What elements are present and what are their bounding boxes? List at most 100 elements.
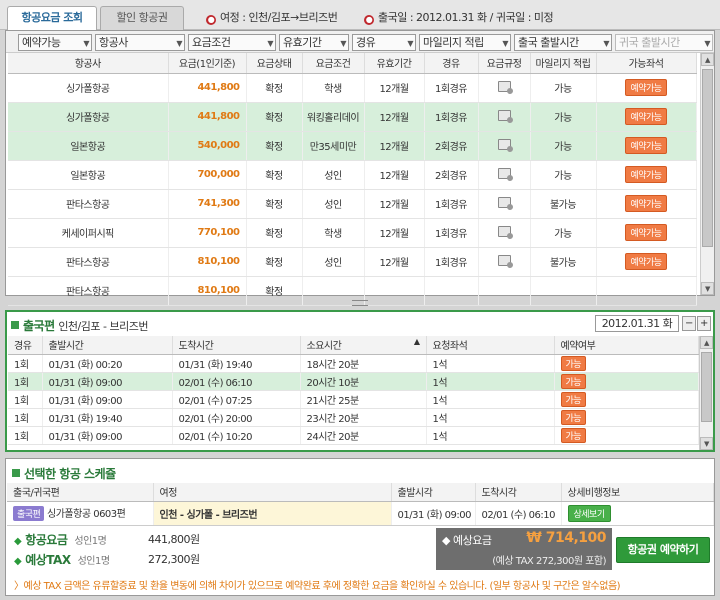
available-button[interactable]: 가능 [560, 373, 587, 389]
next-date-button[interactable]: + [697, 316, 711, 331]
departure-row[interactable]: 1회 01/31 (화) 09:00 02/01 (수) 07:25 21시간 25분… [8, 390, 699, 409]
fare-price: 770,100 [168, 218, 247, 248]
departure-col-header[interactable]: 소요시간 ▲ [300, 336, 427, 355]
fare-col-header[interactable]: 요금조건 [302, 53, 365, 74]
resize-handle[interactable] [352, 300, 368, 306]
reserve-button[interactable]: 예약가능 [625, 79, 667, 96]
filter-stopover[interactable]: 경유 ▼ [352, 34, 416, 51]
selected-panel: 선택한 항공 스케쥴 출국/귀국편 여정 출발시각 도착시각 상세비행정보 출국편 싱가… [5, 458, 715, 596]
scroll-thumb[interactable] [702, 69, 713, 247]
fare-row[interactable]: 일본항공 540,000 확정 만35세미만 12개월 2회경유 가능 예약가능 [8, 131, 697, 161]
departure-scrollbar[interactable]: ▲ ▼ [699, 336, 713, 450]
section-marker-icon [12, 469, 20, 477]
fare-cell: 판타스항공 [8, 189, 169, 219]
filter-bar: 예약가능 ▼ 항공사 ▼ 요금조건 ▼ 유효기간 ▼ 경유 ▼ 마일리지 적립 ▼ 출국 출… [6, 31, 714, 53]
reserve-button[interactable]: 예약가능 [625, 137, 667, 154]
tab-discount-tickets[interactable]: 할인 항공권 [100, 6, 184, 30]
book-ticket-button[interactable]: 항공권 예약하기 [616, 537, 710, 563]
departure-cell: 01/31 (화) 19:40 [42, 408, 173, 427]
fare-rules-cell [478, 247, 531, 277]
departure-col-header[interactable]: 도착시간 [172, 336, 301, 355]
trip-date-label: 출국일 : 2012.01.31 화 / 귀국일 : 미정 [378, 11, 554, 24]
available-button[interactable]: 가능 [560, 409, 587, 425]
filter-validity[interactable]: 유효기간 ▼ [279, 34, 349, 51]
reserve-button[interactable]: 예약가능 [625, 195, 667, 212]
sort-asc-icon[interactable]: ▲ [414, 337, 420, 346]
departure-cell: 21시간 25분 [300, 390, 427, 409]
document-icon[interactable] [497, 225, 513, 239]
scroll-down-icon[interactable]: ▼ [700, 437, 713, 450]
document-icon[interactable] [497, 138, 513, 152]
fare-scrollbar[interactable]: ▲ ▼ [700, 53, 714, 295]
selected-row[interactable]: 출국편 싱가폴항공 0603편 인천 - 싱가폴 - 브리즈번 01/31 (화… [7, 501, 714, 526]
outbound-badge: 출국편 [13, 506, 45, 521]
chevron-down-icon: ▼ [176, 39, 182, 48]
fare-row[interactable]: 일본항공 700,000 확정 성인 12개월 2회경유 가능 예약가능 [8, 160, 697, 190]
reserve-button[interactable]: 예약가능 [625, 108, 667, 125]
reserve-button[interactable]: 예약가능 [625, 166, 667, 183]
document-icon[interactable] [497, 167, 513, 181]
fare-row[interactable]: 싱가폴항공 441,800 확정 워킹홀리데이 12개월 1회경유 가능 예약가능 [8, 102, 697, 132]
filter-return-time[interactable]: 귀국 출발시간 ▼ [615, 34, 713, 51]
scroll-up-icon[interactable]: ▲ [700, 336, 713, 349]
available-button[interactable]: 가능 [560, 355, 587, 371]
fare-rules-cell [478, 160, 531, 190]
document-icon[interactable] [497, 80, 513, 94]
fare-cell: 싱가폴항공 [8, 102, 169, 132]
fare-col-header[interactable]: 경유 [424, 53, 479, 74]
filter-availability[interactable]: 예약가능 ▼ [18, 34, 92, 51]
reserve-button[interactable]: 예약가능 [625, 253, 667, 270]
selected-col-header: 출국/귀국편 [7, 483, 154, 502]
departure-cell: 1회 [8, 390, 43, 409]
fare-cell: 1회경유 [424, 102, 479, 132]
departure-col-header[interactable]: 예약여부 [554, 336, 699, 355]
fare-row[interactable]: 싱가폴항공 441,800 확정 학생 12개월 1회경유 가능 예약가능 [8, 73, 697, 103]
fare-cell: 불가능 [530, 189, 597, 219]
document-icon[interactable] [497, 254, 513, 268]
fare-cell [364, 276, 425, 306]
fare-col-header[interactable]: 요금규정 [478, 53, 531, 74]
fare-col-header[interactable]: 유효기간 [364, 53, 425, 74]
details-button[interactable]: 상세보기 [567, 504, 611, 522]
scroll-down-icon[interactable]: ▼ [701, 282, 714, 295]
fare-row[interactable]: 판타스항공 810,100 확정 성인 12개월 1회경유 불가능 예약가능 [8, 247, 697, 277]
reserve-button[interactable]: 예약가능 [625, 224, 667, 241]
fare-col-header[interactable]: 요금(1인기준) [168, 53, 247, 74]
departure-cell: 18시간 20분 [300, 354, 427, 373]
fare-cell: 2회경유 [424, 160, 479, 190]
available-button[interactable]: 가능 [560, 391, 587, 407]
fare-row[interactable]: 케세이퍼시픽 770,100 확정 학생 12개월 1회경유 가능 예약가능 [8, 218, 697, 248]
tab-fare-search[interactable]: 항공요금 조회 [7, 6, 97, 31]
departure-col-header[interactable]: 출발시간 [42, 336, 173, 355]
bullet-icon: ● [364, 15, 374, 25]
scroll-thumb[interactable] [701, 352, 712, 422]
fare-col-header[interactable]: 가능좌석 [596, 53, 697, 74]
fare-col-header[interactable]: 항공사 [8, 53, 169, 74]
fare-row[interactable]: 판타스항공 741,300 확정 성인 12개월 1회경유 불가능 예약가능 [8, 189, 697, 219]
departure-row[interactable]: 1회 01/31 (화) 19:40 02/01 (수) 20:00 23시간 20분… [8, 408, 699, 427]
diamond-icon: ◆ [14, 556, 22, 567]
document-icon[interactable] [497, 109, 513, 123]
available-button[interactable]: 가능 [560, 427, 587, 443]
departure-col-header[interactable]: 요청좌석 [426, 336, 555, 355]
seat-cell: 예약가능 [596, 189, 697, 219]
filter-fare-condition[interactable]: 요금조건 ▼ [188, 34, 276, 51]
departure-row[interactable]: 1회 01/31 (화) 09:00 02/01 (수) 06:10 20시간 10분… [8, 372, 699, 391]
fare-col-header[interactable]: 마일리지 적립 [530, 53, 597, 74]
filter-airline[interactable]: 항공사 ▼ [95, 34, 185, 51]
departure-table: 경유 출발시간 도착시간 소요시간 ▲ 요청좌석 예약여부 1회 01/31 (화) 00:2… [8, 336, 699, 445]
departure-row[interactable]: 1회 01/31 (화) 09:00 02/01 (수) 10:20 24시간 20분… [8, 426, 699, 445]
fare-cell: 12개월 [364, 131, 425, 161]
departure-row[interactable]: 1회 01/31 (화) 00:20 01/31 (화) 19:40 18시간 20분… [8, 354, 699, 373]
document-icon[interactable] [497, 196, 513, 210]
departure-col-header[interactable]: 경유 [8, 336, 43, 355]
availability-cell: 가능 [554, 408, 699, 427]
filter-outbound-time[interactable]: 출국 출발시간 ▼ [514, 34, 612, 51]
scroll-up-icon[interactable]: ▲ [701, 53, 714, 66]
filter-mileage[interactable]: 마일리지 적립 ▼ [419, 34, 511, 51]
prev-date-button[interactable]: − [682, 316, 696, 331]
fare-cell: 12개월 [364, 160, 425, 190]
fare-col-header[interactable]: 요금상태 [246, 53, 303, 74]
departure-cell: 1회 [8, 408, 43, 427]
departure-date-field[interactable]: 2012.01.31 화 [595, 315, 679, 332]
